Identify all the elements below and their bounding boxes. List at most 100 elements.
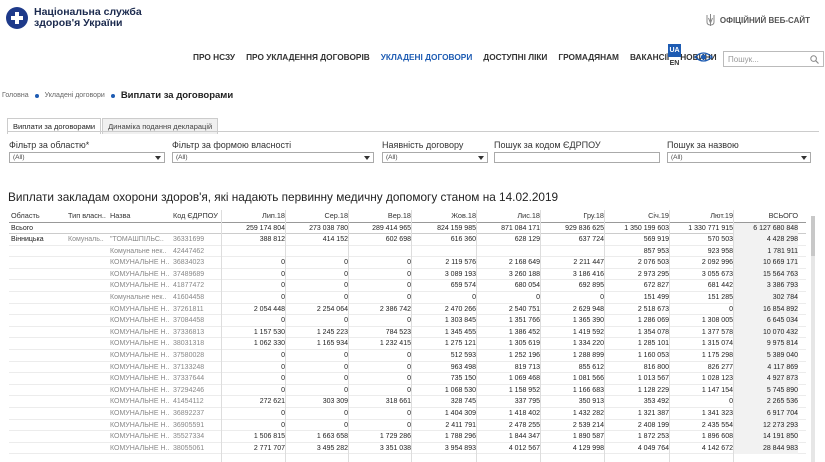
table-row[interactable]: Вінницька Комуналь.. "ТОМАШПІЛЬС.. 36331699… <box>9 234 806 246</box>
column-header[interactable]: Гру.18 <box>540 210 604 223</box>
breadcrumb: Головна Укладені договори Виплати за дог… <box>2 90 233 101</box>
total-cell: 289 414 965 <box>372 224 411 232</box>
site-logo[interactable]: Національна служба здоров'я України <box>6 7 142 29</box>
table-scrollbar[interactable] <box>811 216 815 462</box>
nav-item-2[interactable]: УКЛАДЕНІ ДОГОВОРИ <box>381 52 473 62</box>
nav-item-5[interactable]: ВАКАНСІЇ <box>630 52 669 62</box>
payment-cell: 2 540 751 <box>508 305 540 313</box>
payment-cell: 0 <box>281 259 285 267</box>
search-input[interactable]: Пошук... <box>723 51 824 67</box>
table-row[interactable]: КОМУНАЛЬНЕ Н.. 37489689 0 0 0 3 089 193 3 260 … <box>9 268 806 281</box>
payment-cell: 819 713 <box>514 363 540 371</box>
payment-cell: 10 070 432 <box>733 326 798 339</box>
table-row[interactable]: КОМУНАЛЬНЕ Н.. 41454112 272 621 303 309 318 … <box>9 396 806 408</box>
edrpou-cell: 37261811 <box>173 305 204 313</box>
payment-cell: 0 <box>407 270 411 278</box>
nav-item-4[interactable]: ГРОМАДЯНАМ <box>558 52 619 62</box>
table-row[interactable]: КОМУНАЛЬНЕ Н.. 37084458 0 0 0 1 303 845 1 351 … <box>9 315 806 327</box>
payment-cell: 963 498 <box>450 363 476 371</box>
filter-region-select[interactable]: (All) <box>9 152 165 163</box>
payment-cell: 2 386 742 <box>379 305 411 313</box>
table-row[interactable]: КОМУНАЛЬНЕ Н.. 35527334 1 506 815 1 663 658… <box>9 431 806 443</box>
filter-edrpou-input[interactable] <box>494 152 660 163</box>
column-header[interactable]: ВСЬОГО <box>733 210 798 223</box>
column-header[interactable]: Назва <box>110 210 172 223</box>
table-row[interactable]: КОМУНАЛЬНЕ Н.. 37580028 0 0 0 512 593 1 252 19… <box>9 350 806 362</box>
payment-cell: 1 160 053 <box>637 352 669 360</box>
table-row[interactable]: КОМУНАЛЬНЕ Н.. 37261811 2 054 448 2 254 064… <box>9 303 806 316</box>
lang-en-button[interactable]: EN <box>668 57 681 70</box>
payment-cell: 1 285 101 <box>637 340 669 348</box>
column-header[interactable]: Лют.19 <box>669 210 733 223</box>
table-row[interactable]: КОМУНАЛЬНЕ Н.. 37336813 1 157 530 1 245 223… <box>9 326 806 339</box>
payment-cell: 4 117 869 <box>733 361 798 374</box>
payment-cell: 616 360 <box>450 236 476 244</box>
filter-name: Пошук за назвою (All) <box>667 140 811 163</box>
filter-contract-select[interactable]: (All) <box>382 152 488 163</box>
payment-cell: 602 698 <box>385 236 411 244</box>
nav-item-3[interactable]: ДОСТУПНІ ЛІКИ <box>483 52 547 62</box>
breadcrumb-home[interactable]: Головна <box>2 92 29 99</box>
filter-name-select[interactable]: (All) <box>667 152 811 163</box>
edrpou-cell: 37084458 <box>173 317 205 325</box>
table-row[interactable]: КОМУНАЛЬНЕ Н.. 37294246 0 0 0 1 068 530 1 158 … <box>9 384 806 397</box>
edrpou-cell: 37133248 <box>173 363 205 371</box>
table-row[interactable]: КОМУНАЛЬНЕ Н.. 38031318 1 062 330 1 165 934… <box>9 338 806 351</box>
tab-divider <box>7 131 819 132</box>
column-header[interactable]: Лис.18 <box>476 210 540 223</box>
accessibility-eye-icon[interactable] <box>694 51 713 63</box>
lang-ua-button[interactable]: UA <box>668 44 681 57</box>
payment-cell: 855 612 <box>578 363 604 371</box>
column-header[interactable]: Січ.19 <box>604 210 669 223</box>
table-row[interactable]: Комунальне нек.. 41604458 0 0 0 0 0 0 151 499 151… <box>9 292 806 304</box>
facility-name-cell: КОМУНАЛЬНЕ Н.. <box>110 386 170 394</box>
payment-cell: 1 165 934 <box>316 340 348 348</box>
table-row[interactable]: КОМУНАЛЬНЕ Н.. 41877472 0 0 0 659 574 680 054 6… <box>9 280 806 293</box>
payment-cell: 1 069 468 <box>508 375 540 383</box>
payment-cell: 1 419 592 <box>572 328 604 336</box>
column-header[interactable]: Область <box>11 210 66 223</box>
table-row[interactable]: КОМУНАЛЬНЕ Н.. 38055061 2 771 707 3 495 282… <box>9 442 806 455</box>
column-header[interactable]: Тип власн.. <box>68 210 108 223</box>
total-cell: 871 084 171 <box>501 224 540 232</box>
payment-cell: 2 092 996 <box>701 259 733 267</box>
payment-cell: 784 523 <box>385 328 411 336</box>
payment-cell: 1 365 390 <box>572 317 604 325</box>
table-row[interactable]: Комунальне нек.. 42447462 857 953 923 958 1 … <box>9 245 806 258</box>
breadcrumb-section[interactable]: Укладені договори <box>45 92 105 99</box>
column-header[interactable]: Код ЄДРПОУ <box>173 210 218 223</box>
official-site-link[interactable]: ОФІЦІЙНИЙ ВЕБ-САЙТ <box>706 14 810 26</box>
logo-line2: здоров'я України <box>34 17 123 29</box>
facility-name-cell: КОМУНАЛЬНЕ Н.. <box>110 340 170 348</box>
payment-cell: 1 506 815 <box>253 433 285 441</box>
payment-cell: 1 308 005 <box>701 317 733 325</box>
payment-cell: 0 <box>344 317 348 325</box>
filter-region: Фільтр за областю* (All) <box>9 140 165 163</box>
facility-name-cell: КОМУНАЛЬНЕ Н.. <box>110 444 170 452</box>
payment-cell: 692 895 <box>578 282 604 290</box>
column-header[interactable]: Жов.18 <box>411 210 476 223</box>
column-header[interactable]: Лип.18 <box>221 210 285 223</box>
search-icon[interactable] <box>810 55 819 64</box>
filter-ownership-select[interactable]: (All) <box>172 152 374 163</box>
payment-cell: 2 539 214 <box>572 421 604 429</box>
payment-cell: 1 288 899 <box>572 352 604 360</box>
table-row[interactable]: КОМУНАЛЬНЕ Н.. 36834023 0 0 0 2 119 576 2 168 … <box>9 257 806 269</box>
table-row[interactable]: КОМУНАЛЬНЕ Н.. 37133248 0 0 0 963 498 819 713 8… <box>9 361 806 374</box>
filter-contract-label: Наявність договору <box>382 140 464 150</box>
table-row[interactable]: КОМУНАЛЬНЕ Н.. 37337644 0 0 0 735 150 1 069 46… <box>9 373 806 385</box>
scrollbar-thumb[interactable] <box>811 216 815 256</box>
table-row[interactable]: КОМУНАЛЬНЕ Н.. 36892237 0 0 0 1 404 309 1 418 … <box>9 408 806 420</box>
nav-item-1[interactable]: ПРО УКЛАДЕННЯ ДОГОВОРІВ <box>246 52 370 62</box>
edrpou-cell: 37294246 <box>173 386 205 394</box>
column-header[interactable]: Вер.18 <box>348 210 411 223</box>
report-title: Виплати закладам охорони здоров'я, які н… <box>8 190 559 204</box>
payment-cell: 2 411 791 <box>445 421 476 429</box>
table-row[interactable]: КОМУНАЛЬНЕ Н.. 36905591 0 0 0 2 411 791 2 478 … <box>9 419 806 432</box>
payment-cell: 9 975 814 <box>733 338 798 351</box>
language-switcher: UA EN <box>668 44 681 70</box>
nav-item-0[interactable]: ПРО НСЗУ <box>193 52 235 62</box>
payment-cell: 628 129 <box>514 236 540 244</box>
payment-cell: 2 478 255 <box>508 421 540 429</box>
column-header[interactable]: Сер.18 <box>285 210 348 223</box>
